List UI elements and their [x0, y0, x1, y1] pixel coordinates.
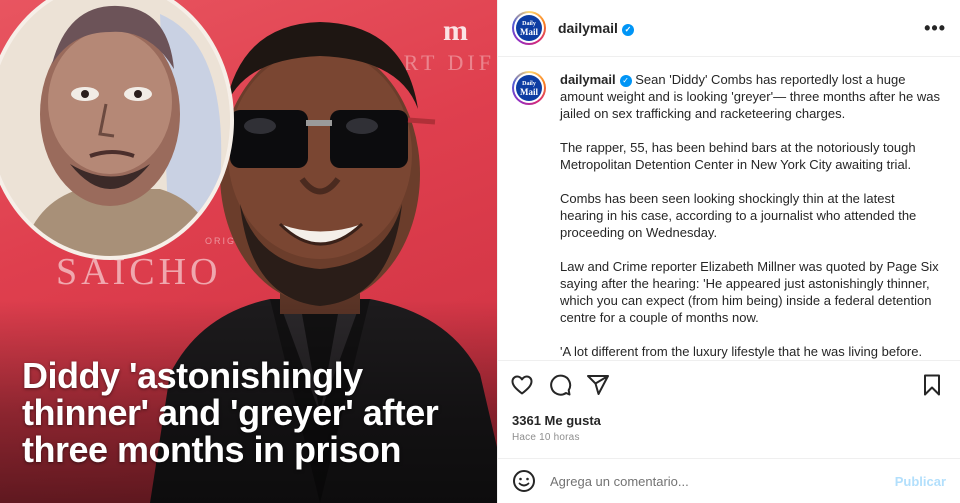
- post-image[interactable]: ORT DIF ORIGIN SAICHO m Diddy 'astonishi…: [0, 0, 497, 503]
- caption-paragraph: Law and Crime reporter Elizabeth Millner…: [560, 259, 939, 325]
- caption-paragraph: The rapper, 55, has been behind bars at …: [560, 140, 916, 172]
- verified-check-icon: ✓: [621, 24, 634, 36]
- post-panel: Daily Mail dailymail ✓ ••• Daily Mail dai…: [497, 0, 960, 503]
- action-bar: [498, 360, 960, 408]
- caption-paragraph: Combs has been seen looking shockingly t…: [560, 191, 917, 240]
- post-header: Daily Mail dailymail ✓ •••: [498, 0, 960, 57]
- caption-paragraph: dailymail ✓ Sean 'Diddy' Combs has report…: [560, 71, 940, 122]
- username-text[interactable]: dailymail: [558, 20, 618, 36]
- caption-text: dailymail ✓ Sean 'Diddy' Combs has report…: [560, 71, 940, 360]
- share-paper-plane-icon[interactable]: [586, 373, 610, 397]
- caption-avatar[interactable]: Daily Mail: [512, 71, 546, 105]
- image-headline: Diddy 'astonishingly thinner' and 'greye…: [22, 355, 439, 470]
- caption-verified-check-icon: ✓: [619, 75, 632, 87]
- post-timestamp[interactable]: Hace 10 horas: [512, 432, 580, 443]
- avatar-text-bottom: Mail: [520, 27, 538, 37]
- avatar[interactable]: Daily Mail: [512, 11, 546, 45]
- comment-input[interactable]: [550, 473, 895, 489]
- more-options-icon[interactable]: •••: [924, 18, 946, 39]
- caption-username[interactable]: dailymail: [560, 72, 616, 87]
- comment-bar: Publicar: [498, 458, 960, 503]
- comment-bubble-icon[interactable]: [548, 373, 572, 397]
- header-username[interactable]: dailymail ✓: [558, 20, 634, 36]
- like-count[interactable]: 3361 Me gusta: [512, 413, 601, 428]
- caption-paragraph: 'A lot different from the luxury lifesty…: [560, 344, 923, 359]
- bookmark-icon[interactable]: [920, 373, 944, 397]
- like-heart-icon[interactable]: [510, 373, 534, 397]
- emoji-icon[interactable]: [512, 469, 536, 493]
- publish-button[interactable]: Publicar: [895, 474, 946, 489]
- caption-area[interactable]: Daily Mail dailymail ✓ Sean 'Diddy' Combs…: [498, 57, 960, 360]
- caption-paragraph-text: Sean 'Diddy' Combs has reportedly lost a…: [560, 72, 940, 121]
- caption-avatar-text-bottom: Mail: [520, 87, 538, 97]
